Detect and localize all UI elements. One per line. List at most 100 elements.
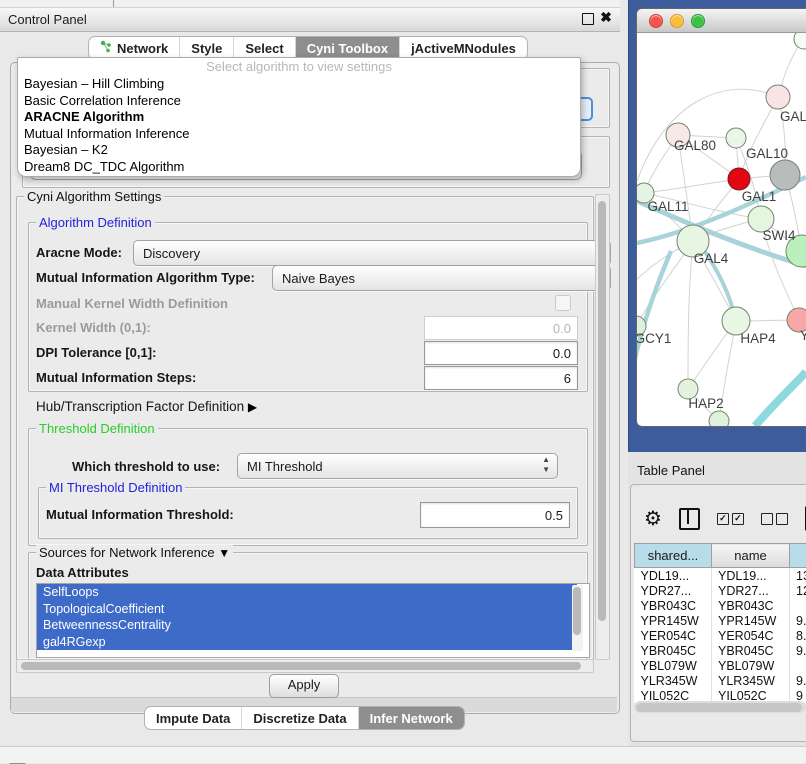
expand-right-icon[interactable]: ▶ [248, 400, 257, 414]
tab-impute-data[interactable]: Impute Data [145, 707, 241, 729]
network-node[interactable] [766, 85, 790, 109]
dropdown-item-mutual-information-inference[interactable]: Mutual Information Inference [18, 126, 580, 143]
aracne-mode-combobox[interactable]: Discovery ▲▼ [133, 240, 611, 266]
algorithm-dropdown-list: Bayesian – Hill ClimbingBasic Correlatio… [18, 76, 580, 176]
network-edge[interactable] [755, 372, 806, 426]
table-cell: YPR145W [635, 613, 712, 628]
dpi-tolerance-field[interactable]: 0.0 [424, 341, 578, 365]
algorithm-dropdown-prompt[interactable]: Select algorithm to view settings [18, 58, 580, 76]
tab-style[interactable]: Style [179, 37, 233, 59]
network-node[interactable] [794, 33, 806, 49]
table-cell: YBR043C [635, 598, 712, 613]
table-cell [790, 598, 806, 613]
column-header-shared[interactable]: shared... [635, 544, 712, 568]
network-canvas[interactable]: GALGAL80GAL10GAL1GAL11SWI4GAL4GCY1HAP4YH… [637, 33, 806, 426]
close-window-icon[interactable] [649, 14, 663, 28]
network-edge[interactable] [637, 89, 778, 181]
settings-vscrollbar-thumb[interactable] [598, 201, 606, 621]
table-cell: YLR345W [635, 673, 712, 688]
data-attributes-label: Data Attributes [36, 565, 129, 580]
tab-discretize-data[interactable]: Discretize Data [241, 707, 357, 729]
network-window-titlebar[interactable] [637, 9, 806, 33]
list-scrollbar[interactable] [572, 585, 583, 651]
split-view-icon[interactable] [679, 508, 700, 530]
list-scrollbar-thumb[interactable] [573, 587, 581, 635]
table-hscrollbar[interactable] [634, 701, 806, 713]
sources-title: Sources for Network Inference [39, 545, 215, 560]
gear-icon[interactable]: ⚙ [644, 506, 662, 531]
table-cell: YER054C [712, 628, 790, 643]
table-header-row[interactable]: shared...name [635, 544, 806, 568]
tab-network[interactable]: Network [89, 37, 179, 59]
settings-hscrollbar-thumb[interactable] [21, 662, 581, 670]
manual-kernel-width-label: Manual Kernel Width Definition [36, 296, 228, 311]
table-cell: 8. [790, 628, 806, 643]
dropdown-item-aracne-algorithm[interactable]: ARACNE Algorithm [18, 109, 580, 126]
table-cell: YBR043C [712, 598, 790, 613]
node-table[interactable]: shared...name YDL19...YDL19...13YDR27...… [634, 543, 806, 703]
tab-label: Style [191, 41, 222, 56]
table-row[interactable]: YER054CYER054C8. [635, 628, 806, 643]
node-label-swi4: SWI4 [762, 228, 795, 243]
dropdown-item-bayesian-hill-climbing[interactable]: Bayesian – Hill Climbing [18, 76, 580, 93]
list-item-betweennesscentrality[interactable]: BetweennessCentrality [37, 617, 577, 634]
list-item-topologicalcoefficient[interactable]: TopologicalCoefficient [37, 601, 577, 618]
network-node[interactable] [728, 168, 750, 190]
tab-label: Network [117, 41, 168, 56]
data-attributes-list[interactable]: SelfLoopsTopologicalCoefficientBetweenne… [36, 583, 590, 658]
minimize-window-icon[interactable] [670, 14, 684, 28]
column-header-col2[interactable] [790, 544, 806, 568]
which-threshold-combobox[interactable]: MI Threshold ▲▼ [237, 453, 558, 479]
network-edge[interactable] [644, 179, 739, 193]
table-row[interactable]: YBL079WYBL079W [635, 658, 806, 673]
hub-definition-toggle[interactable]: Hub/Transcription Factor Definition ▶ [36, 399, 257, 414]
control-panel-titlebar: Control Panel [0, 8, 620, 32]
table-row[interactable]: YDL19...YDL19...13 [635, 568, 806, 584]
table-hscrollbar-thumb[interactable] [636, 703, 802, 712]
network-edge[interactable] [637, 251, 671, 363]
mi-steps-field[interactable]: 6 [424, 366, 578, 390]
float-window-button[interactable] [582, 13, 594, 25]
network-edge[interactable] [688, 241, 693, 389]
table-row[interactable]: YBR045CYBR045C9. [635, 643, 806, 658]
network-node[interactable] [770, 160, 800, 190]
settings-vscrollbar[interactable] [595, 194, 610, 660]
aracne-mode-label: Aracne Mode: [36, 245, 122, 260]
table-cell: 12 [790, 583, 806, 598]
dropdown-item-dream8-dc-tdc-algorithm[interactable]: Dream8 DC_TDC Algorithm [18, 159, 580, 176]
tab-select[interactable]: Select [233, 37, 294, 59]
table-row[interactable]: YBR043CYBR043C [635, 598, 806, 613]
network-node[interactable] [709, 411, 729, 426]
dpi-tolerance-label: DPI Tolerance [0,1]: [36, 345, 156, 360]
collapse-down-icon[interactable]: ▼ [218, 546, 230, 560]
node-label-hap2: HAP2 [688, 396, 723, 411]
cyni-mode-tabbar: Impute DataDiscretize DataInfer Network [144, 706, 465, 730]
tab-cyni-toolbox[interactable]: Cyni Toolbox [295, 37, 399, 59]
list-item-gal4rgexp[interactable]: gal4RGexp [37, 634, 577, 651]
close-panel-button[interactable]: ✖ [598, 9, 614, 25]
tab-label: jActiveMNodules [411, 41, 516, 56]
table-cell: YDL19... [635, 568, 712, 584]
mi-algorithm-type-combobox[interactable]: Naive Bayes ▲▼ [272, 265, 611, 291]
select-all-checked-icon[interactable]: ✓✓ [717, 513, 744, 525]
table-row[interactable]: YLR345WYLR345W9. [635, 673, 806, 688]
dropdown-item-basic-correlation-inference[interactable]: Basic Correlation Inference [18, 93, 580, 110]
mi-threshold-definition-label: MI Threshold Definition [46, 480, 185, 495]
column-header-name[interactable]: name [712, 544, 790, 568]
zoom-window-icon[interactable] [691, 14, 705, 28]
table-row[interactable]: YDR27...YDR27...12 [635, 583, 806, 598]
table-row[interactable]: YPR145WYPR145W9. [635, 613, 806, 628]
table-cell: YBR045C [712, 643, 790, 658]
list-item-selfloops[interactable]: SelfLoops [37, 584, 577, 601]
dropdown-item-bayesian-k2[interactable]: Bayesian – K2 [18, 142, 580, 159]
tab-infer-network[interactable]: Infer Network [358, 707, 464, 729]
mi-threshold-field[interactable]: 0.5 [420, 502, 570, 528]
apply-button[interactable]: Apply [269, 674, 339, 698]
tab-jactivemnodules[interactable]: jActiveMNodules [399, 37, 527, 59]
settings-hscrollbar[interactable] [16, 659, 594, 673]
node-label-gcy1: GCY1 [637, 331, 671, 346]
node-label-gal4: GAL4 [694, 251, 729, 266]
network-node[interactable] [726, 128, 746, 148]
select-none-icon[interactable] [761, 513, 788, 525]
mi-threshold-label: Mutual Information Threshold: [46, 507, 234, 522]
